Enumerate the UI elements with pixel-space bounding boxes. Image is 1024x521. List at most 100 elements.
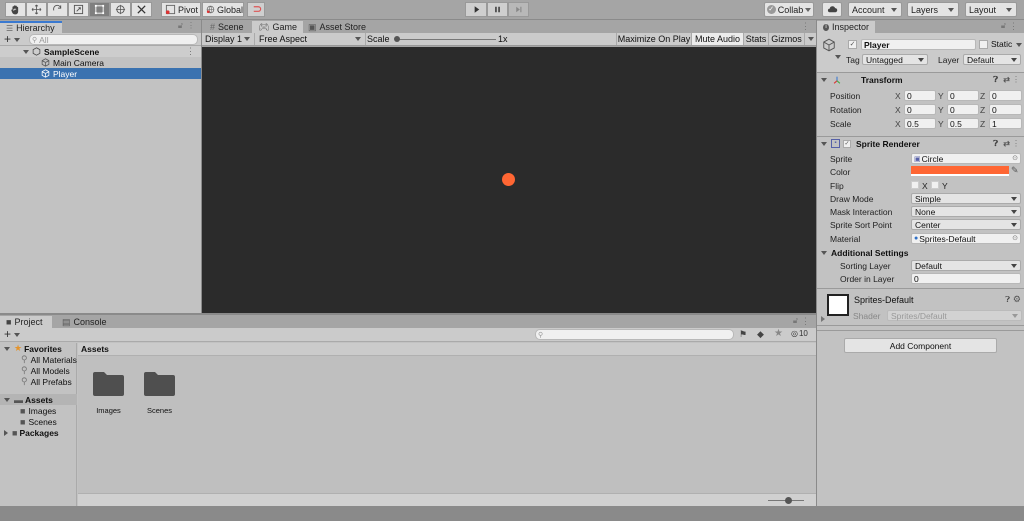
kebab-menu-icon[interactable]: ⋮ [187,21,195,30]
axis-y-label[interactable]: Y [938,91,944,101]
gear-icon[interactable]: ⚙ [1013,294,1021,305]
layout-dropdown[interactable]: Layout [965,2,1017,17]
help-icon[interactable]: ❓︎ [993,139,998,149]
flip-x-checkbox[interactable] [911,181,919,189]
custom-tool-button[interactable] [131,2,152,17]
search-by-type-icon[interactable]: ⚑ [739,329,747,340]
gameobject-icon[interactable] [822,38,836,52]
scale-y-input[interactable]: 0.5 [947,118,979,129]
static-checkbox[interactable] [979,40,988,49]
lock-icon[interactable]: 🔓︎ [178,21,183,31]
expand-icon[interactable] [821,77,827,82]
axis-z-label[interactable]: Z [980,105,985,115]
scale-slider-thumb[interactable] [394,36,400,42]
lock-icon[interactable]: 🔓︎ [1001,21,1006,31]
chevron-down-icon[interactable] [14,38,20,42]
kebab-menu-icon[interactable]: ⋮ [801,21,810,32]
layer-dropdown[interactable]: Default [963,54,1021,65]
add-component-button[interactable]: Add Component [844,338,997,353]
hand-tool-button[interactable] [5,2,26,17]
position-y-input[interactable]: 0 [947,90,979,101]
tag-dropdown[interactable]: Untagged [862,54,928,65]
snap-toggle[interactable] [247,2,265,17]
sprite-sort-point-dropdown[interactable]: Center [911,219,1021,230]
transform-header[interactable]: Transform ❓︎ ⇄ ⋮ [817,72,1024,86]
rotation-y-input[interactable]: 0 [947,104,979,115]
scale-z-input[interactable]: 1 [989,118,1022,129]
aspect-dropdown[interactable]: Free Aspect [256,33,366,45]
order-in-layer-input[interactable]: 0 [911,273,1021,284]
tree-favorites[interactable]: ★ Favorites [0,343,77,354]
pause-button[interactable] [487,2,508,17]
help-icon[interactable]: ❓︎ [1005,295,1010,305]
position-z-input[interactable]: 0 [989,90,1022,101]
hierarchy-item-selected[interactable]: Player [0,68,201,79]
tab-game[interactable]: 🎮︎ Game [252,21,303,33]
gizmos-toggle[interactable]: Gizmos [768,33,804,45]
project-search-input[interactable]: ⚲ [535,329,734,340]
hierarchy-search-input[interactable]: ⚲ All [29,34,198,45]
hidden-packages-toggle[interactable]: ◎ 10 [791,329,808,338]
favorite-star-icon[interactable]: ★ [774,328,783,339]
tree-assets[interactable]: ▬ Assets [0,394,77,405]
grid-item-images[interactable]: Images [92,371,125,415]
presets-icon[interactable]: ⇄ [1003,139,1010,148]
position-x-input[interactable]: 0 [904,90,936,101]
tree-item[interactable]: ■ Scenes [0,416,77,427]
rotation-x-input[interactable]: 0 [904,104,936,115]
enabled-checkbox[interactable]: ✓ [843,139,851,148]
expand-icon[interactable] [821,251,827,255]
rotate-tool-button[interactable] [47,2,68,17]
sorting-layer-dropdown[interactable]: Default [911,260,1021,271]
additional-settings-foldout[interactable]: Additional Settings [817,247,1024,259]
kebab-menu-icon[interactable]: ⋮ [1009,21,1018,32]
scale-x-input[interactable]: 0.5 [904,118,936,129]
scene-row[interactable]: SampleScene ⋮ [0,46,201,57]
collab-dropdown[interactable]: ✓ Collab [764,2,814,17]
material-object-field[interactable]: ● Sprites-Default ⊙ [911,233,1021,244]
account-dropdown[interactable]: Account [848,2,902,17]
add-icon[interactable]: + [4,32,11,46]
axis-z-label[interactable]: Z [980,119,985,129]
tab-scene[interactable]: # Scene [204,21,250,33]
expand-icon[interactable] [4,397,10,402]
expand-icon[interactable] [4,346,10,351]
tree-item[interactable]: ⚲ All Models [0,365,77,376]
axis-y-label[interactable]: Y [938,105,944,115]
gizmos-dropdown[interactable] [804,33,816,45]
step-button[interactable] [508,2,529,17]
color-field[interactable] [911,166,1009,176]
help-icon[interactable]: ❓︎ [993,75,998,85]
kebab-menu-icon[interactable]: ⋮ [801,316,810,327]
axis-x-label[interactable]: X [895,105,901,115]
axis-y-label[interactable]: Y [938,119,944,129]
layers-dropdown[interactable]: Layers [907,2,959,17]
chevron-down-icon[interactable] [835,55,841,59]
rotation-z-input[interactable]: 0 [989,104,1022,115]
tree-packages[interactable]: ■ Packages [0,427,77,438]
stats-toggle[interactable]: Stats [743,33,768,45]
tree-item[interactable]: ⚲ All Materials [0,354,77,365]
expand-icon[interactable] [821,316,825,322]
rect-tool-button[interactable] [89,2,110,17]
axis-x-label[interactable]: X [895,119,901,129]
icon-size-slider-thumb[interactable] [785,497,792,504]
move-tool-button[interactable] [26,2,47,17]
tree-item[interactable]: ■ Images [0,405,77,416]
pivot-toggle[interactable]: Pivot [161,2,201,17]
search-by-label-icon[interactable]: ◆ [757,329,764,340]
maximize-on-play-toggle[interactable]: Maximize On Play [616,33,691,45]
hierarchy-item[interactable]: Main Camera [0,57,201,68]
mute-audio-toggle[interactable]: Mute Audio [691,33,743,45]
axis-z-label[interactable]: Z [980,91,985,101]
flip-y-checkbox[interactable] [931,181,939,189]
global-toggle[interactable]: Global [202,2,244,17]
mask-interaction-dropdown[interactable]: None [911,206,1021,217]
expand-icon[interactable] [821,141,827,146]
eyedropper-icon[interactable]: ✎ [1011,165,1019,176]
object-picker-icon[interactable]: ⊙ [1012,154,1018,162]
object-picker-icon[interactable]: ⊙ [1012,234,1018,242]
grid-item-scenes[interactable]: Scenes [143,371,176,415]
expand-icon[interactable] [23,49,29,54]
cloud-button[interactable] [822,2,842,17]
